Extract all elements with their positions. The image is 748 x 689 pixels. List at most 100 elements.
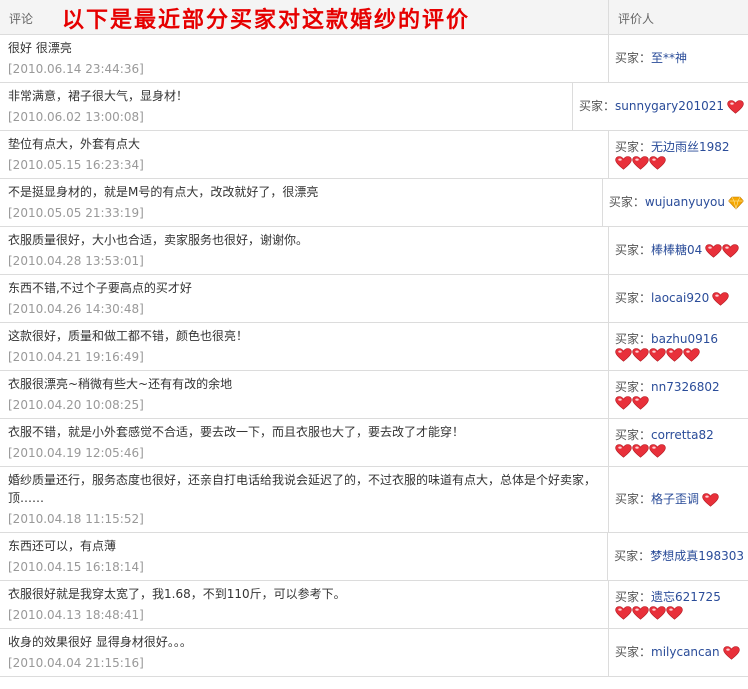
heart-icon [615,606,632,620]
review-comment-cell: 衣服质量很好，大小也合适，卖家服务也很好，谢谢你。 [2010.04.28 13:… [0,227,608,274]
comment-column-header: 评论 以下是最近部分买家对这款婚纱的评价 [0,0,608,34]
buyer-name-link[interactable]: milycancan [651,645,720,659]
review-comment: 垫位有点大，外套有点大 [8,137,141,151]
heart-icon [632,348,649,362]
review-buyer-cell: 买家：至**神 [608,35,748,82]
heart-icon [649,444,666,458]
review-row: 东西还可以，有点薄 [2010.04.15 16:18:14] 买家：梦想成真198… [0,533,748,581]
buyer-credit-rating [615,348,700,363]
buyer-prefix: 买家： [615,589,652,604]
review-comment-cell: 垫位有点大，外套有点大 [2010.05.15 16:23:34] [0,131,608,178]
credit-rating-line [615,156,744,171]
review-buyer-cell: 买家：nn7326802 [608,371,748,418]
review-buyer-cell: 买家：棒棒糖04 [608,227,748,274]
buyer-name-link[interactable]: bazhu0916 [651,332,718,346]
buyer-credit-rating [615,156,666,171]
table-header: 评论 以下是最近部分买家对这款婚纱的评价 评价人 [0,0,748,35]
buyer-credit-rating [722,645,740,660]
review-row: 衣服质量很好，大小也合适，卖家服务也很好，谢谢你。 [2010.04.28 13:… [0,227,748,275]
review-date: [2010.04.21 19:16:49] [8,350,144,364]
credit-rating-line [615,396,744,411]
diamond-icon [728,196,744,210]
buyer-prefix: 买家： [615,379,652,394]
review-buyer-cell: 买家：corretta82 [608,419,748,466]
review-comment-cell: 衣服不错，就是小外套感觉不合适，要去改一下，而且衣服也大了，要去改了才能穿！ [2… [0,419,608,466]
buyer-line: 买家：corretta82 [615,427,744,444]
buyer-name-link[interactable]: 格子歪调 [651,492,699,506]
review-comment: 婚纱质量还行，服务态度也很好，还亲自打电话给我说会延迟了的，不过衣服的味道有点大… [8,473,597,505]
review-comment-cell: 东西不错,不过个子要高点的买才好 [2010.04.26 14:30:48] [0,275,608,322]
buyer-line: 买家：milycancan [615,644,744,661]
buyer-prefix: 买家： [615,331,652,346]
buyer-name-link[interactable]: laocai920 [651,291,709,305]
heart-icon [683,348,700,362]
heart-icon [722,243,739,258]
review-buyer-cell: 买家：laocai920 [608,275,748,322]
review-buyer-cell: 买家：梦想成真198303 [607,533,748,580]
heart-icon [632,396,649,410]
review-comment-cell: 衣服很好就是我穿太宽了，我1.68，不到110斤，可以参考下。 [2010.04.… [0,581,608,628]
review-row: 非常满意，裙子很大气，显身材！ [2010.06.02 13:00:08] 买家：s… [0,83,748,131]
buyer-prefix: 买家： [615,243,652,257]
buyer-name-link[interactable]: 棒棒糖04 [651,243,702,257]
review-buyer-cell: 买家：sunnygary201021 [572,83,748,130]
review-date: [2010.04.28 13:53:01] [8,254,144,268]
buyer-name-link[interactable]: corretta82 [651,428,714,442]
heart-icon [632,606,649,620]
heart-icon [666,348,683,362]
review-row: 垫位有点大，外套有点大 [2010.05.15 16:23:34] 买家：无边雨丝1… [0,131,748,179]
buyer-credit-rating [728,195,744,210]
review-row: 这款很好，质量和做工都不错，颜色也很亮！ [2010.04.21 19:16:49… [0,323,748,371]
rater-column-header: 评价人 [608,0,748,34]
heart-icon [666,606,683,620]
reviews-title: 以下是最近部分买家对这款婚纱的评价 [62,8,471,33]
review-buyer-cell: 买家：遗忘621725 [608,581,748,628]
buyer-credit-rating [705,243,739,258]
heart-icon [649,156,666,170]
review-date: [2010.04.26 14:30:48] [8,302,144,316]
buyer-credit-rating [712,291,729,306]
review-date: [2010.06.14 23:44:36] [8,62,144,76]
review-list: 很好 很漂亮 [2010.06.14 23:44:36] 买家：至**神 非常满意，裙… [0,35,748,677]
buyer-prefix: 买家： [579,99,616,113]
buyer-credit-rating [702,492,719,507]
review-date: [2010.04.19 12:05:46] [8,446,144,460]
comment-header-label: 评论 [9,12,34,26]
heart-icon [615,444,632,458]
buyer-name-link[interactable]: 遗忘621725 [651,590,721,604]
review-date: [2010.06.02 13:00:08] [8,110,144,124]
heart-icon [649,606,666,620]
buyer-prefix: 买家： [615,645,652,659]
review-row: 东西不错,不过个子要高点的买才好 [2010.04.26 14:30:48] 买家：… [0,275,748,323]
review-row: 婚纱质量还行，服务态度也很好，还亲自打电话给我说会延迟了的，不过衣服的味道有点大… [0,467,748,533]
buyer-credit-rating [615,444,666,459]
review-row: 收身的效果很好 显得身材很好。。。 [2010.04.04 21:15:16] 买家… [0,629,748,677]
heart-icon [705,243,722,258]
review-comment: 衣服质量很好，大小也合适，卖家服务也很好，谢谢你。 [8,233,309,247]
buyer-name-link[interactable]: 无边雨丝1982 [651,140,730,154]
review-buyer-cell: 买家：无边雨丝1982 [608,131,748,178]
heart-icon [722,645,740,660]
review-row: 不是挺显身材的，就是M号的有点大，改改就好了，很漂亮 [2010.05.05 21… [0,179,748,227]
buyer-name-link[interactable]: 梦想成真198303 [650,549,744,563]
review-comment: 这款很好，质量和做工都不错，颜色也很亮！ [8,329,249,343]
buyer-name-link[interactable]: 至**神 [651,51,687,65]
heart-icon [702,492,719,507]
review-buyer-cell: 买家：milycancan [608,629,748,676]
buyer-prefix: 买家： [614,549,651,563]
review-date: [2010.04.15 16:18:14] [8,560,144,574]
review-date: [2010.04.04 21:15:16] [8,656,144,670]
buyer-name-link[interactable]: wujuanyuyou [645,195,725,209]
buyer-name-link[interactable]: sunnygary201021 [615,99,724,113]
buyer-line: 买家：laocai920 [615,290,744,307]
buyer-line: 买家：梦想成真198303 [614,548,744,565]
review-comment: 不是挺显身材的，就是M号的有点大，改改就好了，很漂亮 [8,185,319,199]
buyer-name-link[interactable]: nn7326802 [651,380,720,394]
review-comment-cell: 婚纱质量还行，服务态度也很好，还亲自打电话给我说会延迟了的，不过衣服的味道有点大… [0,467,608,532]
review-row: 很好 很漂亮 [2010.06.14 23:44:36] 买家：至**神 [0,35,748,83]
buyer-credit-rating [615,606,683,621]
heart-icon [615,396,632,410]
review-comment: 衣服很漂亮~稍微有些大~还有有改的余地 [8,377,233,391]
review-comment-cell: 这款很好，质量和做工都不错，颜色也很亮！ [2010.04.21 19:16:49… [0,323,608,370]
buyer-credit-rating [727,99,744,114]
